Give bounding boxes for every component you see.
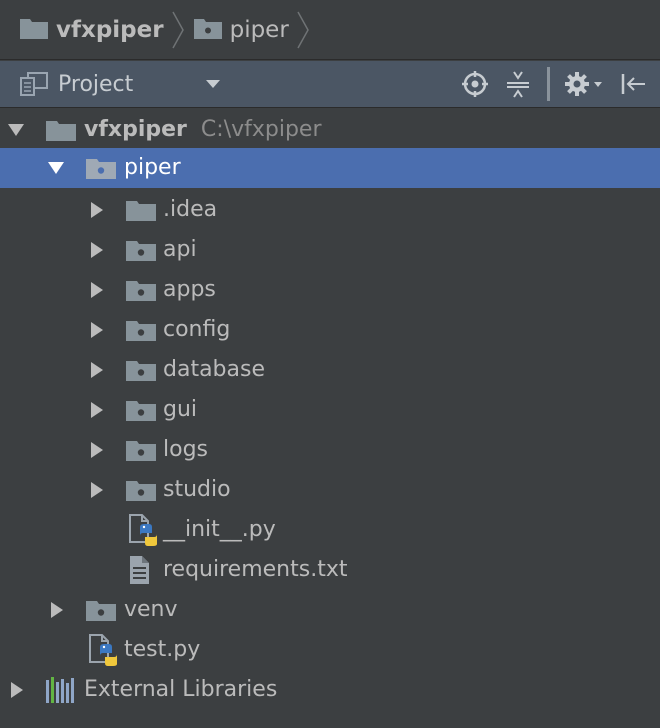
collapse-all-icon[interactable] (503, 61, 533, 107)
tree-row-idea[interactable]: .idea (0, 190, 660, 230)
tree-label: requirements.txt (163, 557, 348, 582)
libraries-icon (46, 670, 76, 710)
tree-row-apps[interactable]: apps (0, 270, 660, 310)
tree-label: logs (163, 437, 208, 462)
project-view-selector[interactable]: Project (58, 61, 133, 107)
toolbar-title: Project (58, 71, 134, 97)
package-folder-icon (126, 430, 156, 470)
project-toolbar: Project (0, 61, 660, 108)
collapsed-arrow-icon[interactable] (87, 190, 107, 230)
collapsed-arrow-icon[interactable] (7, 670, 27, 710)
text-file-icon (128, 550, 152, 590)
breadcrumb-item-piper[interactable]: piper (193, 0, 289, 60)
package-folder-icon (86, 148, 116, 188)
tree-label: config (163, 317, 231, 342)
tree-label: gui (163, 397, 198, 422)
tree-row-config[interactable]: config (0, 310, 660, 350)
package-folder-icon (193, 17, 222, 43)
settings-gear-icon[interactable] (563, 61, 605, 107)
tree-label: api (163, 237, 197, 262)
expanded-arrow-icon[interactable] (46, 148, 66, 188)
breadcrumb-label: piper (229, 16, 289, 43)
python-file-icon (88, 630, 118, 670)
collapsed-arrow-icon[interactable] (87, 230, 107, 270)
tree-row-venv[interactable]: venv (0, 590, 660, 630)
package-folder-icon (126, 350, 156, 390)
package-folder-icon (86, 590, 116, 630)
locate-target-icon[interactable] (460, 61, 490, 107)
tree-label: apps (163, 277, 216, 302)
python-file-icon (128, 510, 158, 550)
tree-label: .idea (163, 197, 218, 222)
collapsed-arrow-icon[interactable] (87, 270, 107, 310)
collapsed-arrow-icon[interactable] (47, 590, 67, 630)
breadcrumb-separator-icon (297, 11, 309, 48)
tree-label: database (163, 357, 265, 382)
collapsed-arrow-icon[interactable] (87, 430, 107, 470)
project-view-icon (18, 61, 50, 107)
collapsed-arrow-icon[interactable] (87, 470, 107, 510)
tree-row-vfxpiper[interactable]: vfxpiper C:\vfxpiper (0, 110, 660, 150)
expanded-arrow-icon[interactable] (6, 110, 26, 150)
tree-label: piper (124, 155, 181, 180)
hide-panel-icon[interactable] (618, 61, 648, 107)
tree-row-api[interactable]: api (0, 230, 660, 270)
tree-row-logs[interactable]: logs (0, 430, 660, 470)
project-tree: vfxpiper C:\vfxpiper piper .idea api app… (0, 108, 660, 728)
breadcrumb-label: vfxpiper (56, 16, 164, 43)
tree-row-database[interactable]: database (0, 350, 660, 390)
tree-label: venv (124, 597, 178, 622)
tree-row-external-libraries[interactable]: External Libraries (0, 670, 660, 710)
tree-row-init-py[interactable]: __init__.py (0, 510, 660, 550)
package-folder-icon (126, 230, 156, 270)
dropdown-caret-icon[interactable] (203, 61, 223, 107)
package-folder-icon (126, 470, 156, 510)
tree-row-piper[interactable]: piper (0, 148, 660, 188)
package-folder-icon (126, 310, 156, 350)
toolbar-divider (546, 61, 550, 107)
tree-row-requirements-txt[interactable]: requirements.txt (0, 550, 660, 590)
tree-label: vfxpiper C:\vfxpiper (84, 117, 322, 142)
tree-label: studio (163, 477, 231, 502)
folder-icon (20, 17, 48, 43)
collapsed-arrow-icon[interactable] (87, 390, 107, 430)
tree-label: __init__.py (163, 517, 276, 542)
tree-label: test.py (124, 637, 201, 662)
tree-row-test-py[interactable]: test.py (0, 630, 660, 670)
tree-path-hint: C:\vfxpiper (200, 117, 322, 142)
breadcrumb-item-vfxpiper[interactable]: vfxpiper (20, 0, 164, 60)
collapsed-arrow-icon[interactable] (87, 310, 107, 350)
folder-icon (46, 110, 76, 150)
tree-row-gui[interactable]: gui (0, 390, 660, 430)
package-folder-icon (126, 270, 156, 310)
tree-label: External Libraries (84, 677, 278, 702)
tree-row-studio[interactable]: studio (0, 470, 660, 510)
breadcrumb-separator-icon (171, 11, 184, 48)
folder-icon (126, 190, 156, 230)
package-folder-icon (126, 390, 156, 430)
collapsed-arrow-icon[interactable] (87, 350, 107, 390)
breadcrumb: vfxpiper piper (0, 0, 660, 60)
